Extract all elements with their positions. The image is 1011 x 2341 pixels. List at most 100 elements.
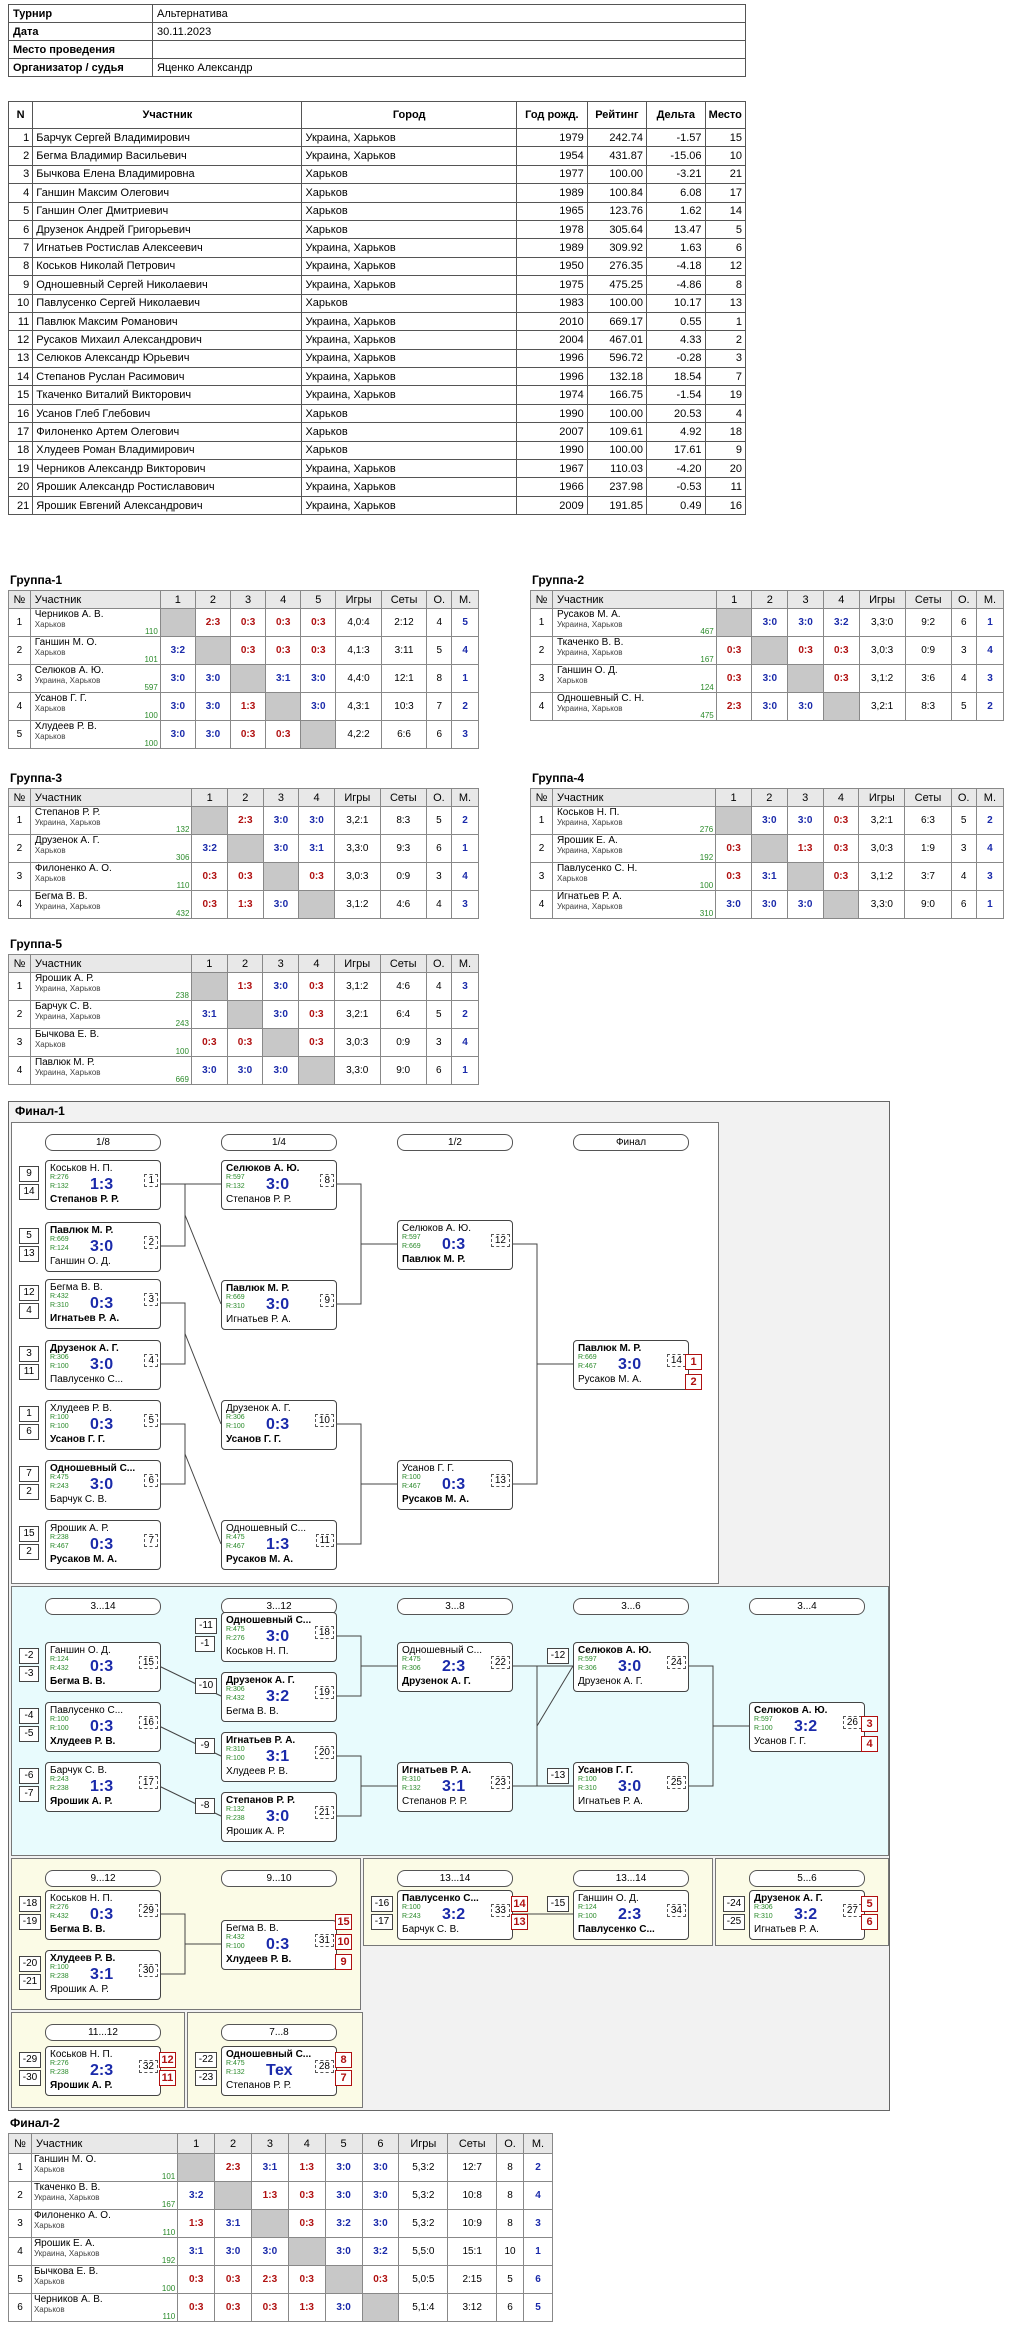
match-player-1: Селюков А. Ю. (578, 1645, 652, 1656)
seed-label: -3 (19, 1666, 39, 1682)
score-cell: 0:3 (822, 862, 860, 891)
match-rating-1: R:306 (50, 1354, 69, 1361)
score-cell: 0:3 (822, 806, 860, 835)
match-rating-1: R:124 (578, 1904, 597, 1911)
match-score: 0:3 (90, 1718, 114, 1735)
place-cell: 4 (523, 2181, 553, 2210)
group-row: 3 Ганшин О. Д. Харьков 124 0:3 3:0 0:3 3,1:2 3:6… (530, 664, 1005, 693)
match-player-2: Бегма В. В. (50, 1676, 106, 1687)
table-row: 20 Ярошик Александр Ростиславович Украина,… (7, 477, 747, 497)
col-opponent-2: 2 (227, 788, 264, 807)
match-score: 0:3 (373, 2274, 388, 2285)
seed-label: 4 (19, 1303, 39, 1319)
match-number: 33 (490, 1904, 510, 1917)
match-score: 3:0 (273, 815, 289, 826)
table-cell: Украина, Харьков (301, 385, 517, 405)
score-cell: 0:3 (190, 1028, 228, 1057)
table-row: 6 Друзенок Андрей Григорьевич Харьков 1978 3… (7, 219, 747, 240)
match-score: 0:3 (275, 617, 291, 628)
table-row: 8 Коськов Николай Петрович Украина, Харько… (7, 256, 747, 277)
score-cell: 3:1 (250, 2153, 289, 2182)
sets-cell: 2:15 (447, 2265, 498, 2294)
match-rating-1: R:475 (226, 2060, 245, 2067)
score-cell: 0:3 (787, 636, 824, 665)
table-cell: 21 (7, 495, 34, 516)
match-score: 1:3 (188, 2218, 204, 2229)
player-name: Бычкова Е. В. (33, 2266, 99, 2277)
player-cell: Русаков М. А. Украина, Харьков 467 (551, 608, 717, 637)
bracket-connector (511, 1665, 538, 1787)
match-rating-1: R:124 (50, 1656, 69, 1663)
match-score: 3:0 (336, 2190, 351, 2201)
match-rating-1: R:475 (50, 1474, 69, 1481)
match-number: 1 (144, 1174, 158, 1187)
player-name: Ярошик Е. А. (33, 2238, 95, 2249)
games-cell: 3,0:3 (333, 1028, 381, 1057)
col-opponent-3: 3 (230, 590, 267, 609)
final-place-badge: 2 (685, 1374, 702, 1390)
table-cell: 100.84 (586, 183, 647, 203)
round-label: 13...14 (397, 1870, 513, 1887)
place-cell: 5 (523, 2293, 553, 2322)
table-cell: Харьков (301, 293, 517, 313)
player-cell: Бычкова Е. В. Харьков 100 (30, 2265, 179, 2294)
games-cell: 4,4:0 (335, 664, 382, 693)
player-name: Павлусенко С. Н. (556, 863, 638, 874)
bracket-connector (687, 1665, 714, 1787)
match-score: 3:0 (797, 815, 813, 826)
match-player-1: Хлудеев Р. В. (50, 1403, 113, 1414)
player-number: 3 (8, 862, 31, 891)
table-row: 1 Барчук Сергей Владимирович Украина, Харь… (7, 127, 747, 148)
score-cell: 3:0 (298, 806, 335, 835)
match-player-1: Ганшин О. Д. (50, 1645, 111, 1656)
place-cell: 3 (450, 972, 480, 1001)
round-label: 3...8 (397, 1598, 513, 1615)
match-box: Степанов Р. Р. R:132 R:238 3:0 21 Ярошик А. Р… (221, 1792, 337, 1842)
table-cell: 596.72 (586, 348, 647, 369)
player-cell: Ганшин М. О. Харьков 101 (29, 636, 161, 665)
match-box: Одношевный С... R:475 R:132 Тех 28 Степанов Р… (221, 2046, 337, 2096)
sets-cell: 0:9 (379, 862, 427, 891)
match-score: 3:0 (618, 1658, 642, 1675)
match-player-2: Усанов Г. Г. (226, 1434, 282, 1445)
match-score: 3:1 (762, 871, 777, 882)
match-number: 16 (138, 1716, 158, 1729)
table-cell: Бегма Владимир Васильевич (32, 146, 303, 166)
match-number: 28 (314, 2060, 334, 2073)
games-cell: 3,2:1 (333, 806, 381, 835)
games-cell: 5,0:5 (398, 2265, 449, 2294)
table-cell: Ярошик Евгений Александрович (32, 495, 303, 516)
final-place-badge: 7 (335, 2070, 352, 2086)
seed-label: 13 (19, 1246, 39, 1262)
player-cell: Степанов Р. Р. Украина, Харьков 132 (29, 806, 193, 835)
player-name: Хлудеев Р. В. (34, 721, 97, 732)
column-header: Год рожд. (515, 101, 588, 129)
player-city: Украина, Харьков (556, 902, 623, 911)
seed-label: 15 (19, 1526, 39, 1542)
score-cell: 3:0 (159, 720, 196, 749)
table-cell: 20.53 (645, 403, 706, 424)
col-opponent-1: 1 (159, 590, 196, 609)
match-score: 3:0 (762, 701, 778, 712)
match-rating-1: R:100 (50, 1414, 69, 1421)
table-cell: 237.98 (586, 477, 647, 497)
score-cell: 0:3 (715, 834, 752, 863)
bracket-connector (159, 1913, 186, 1975)
match-rating-2: R:669 (402, 1243, 421, 1250)
player-rating: 110 (145, 627, 158, 636)
match-score: 0:3 (240, 617, 256, 628)
table-cell: 17.61 (645, 440, 706, 461)
match-box: Ганшин О. Д. R:124 R:432 0:3 15 Бегма В. В. (45, 1642, 161, 1692)
col-num: № (8, 788, 31, 807)
match-box: Игнатьев Р. А. R:310 R:132 3:1 23 Степанов Р.… (397, 1762, 513, 1812)
match-rating-1: R:276 (50, 1174, 69, 1181)
match-score: 3:2 (794, 1718, 818, 1735)
table-cell: 2 (7, 146, 34, 166)
score-cell: 2:3 (250, 2265, 289, 2294)
match-player-2: Усанов Г. Г. (754, 1736, 807, 1747)
match-box: Хлудеев Р. В. R:100 R:238 3:1 30 Ярошик А. Р. (45, 1950, 161, 2000)
round-label: 11...12 (45, 2024, 161, 2041)
match-score: 0:3 (237, 1037, 253, 1048)
col-participant: Участник (29, 954, 192, 973)
player-number: 4 (530, 692, 553, 721)
